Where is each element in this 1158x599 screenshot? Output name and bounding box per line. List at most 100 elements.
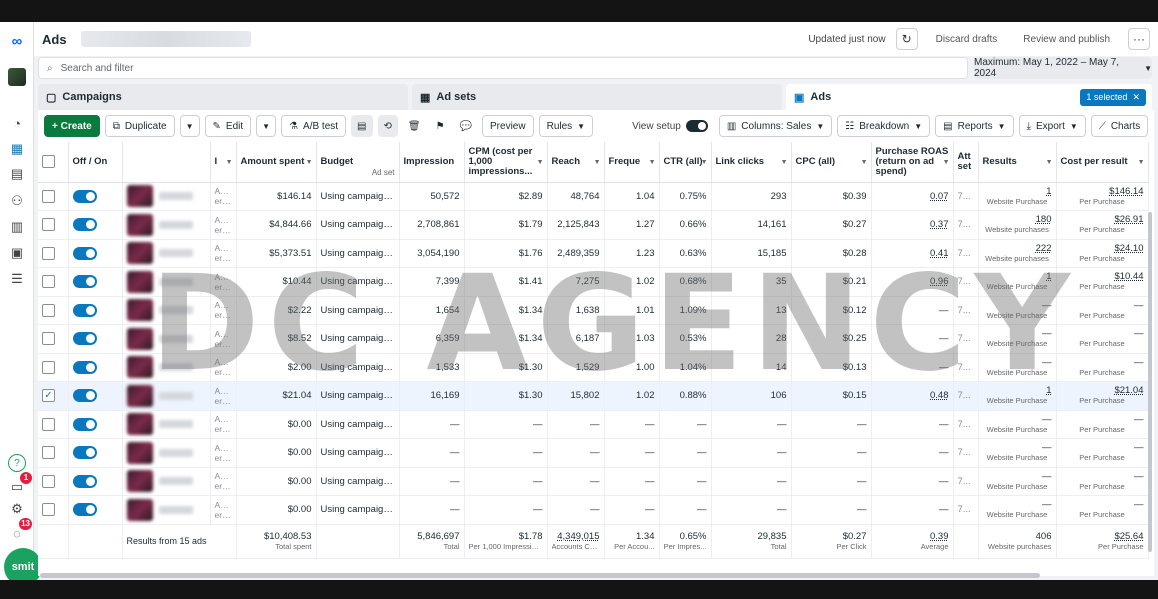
- table-row[interactable]: Acco error $146.14 Using campaign ... 50,57…: [38, 182, 1149, 211]
- table-row[interactable]: Acco error $0.00 Using campaign ... — — — — — — —…: [38, 438, 1149, 468]
- row-toggle[interactable]: [68, 324, 123, 354]
- comment-icon[interactable]: 💬: [454, 115, 478, 137]
- table-row[interactable]: Acco error $0.00 Using campaign ... — — — — — — —…: [38, 495, 1149, 525]
- header-attribution[interactable]: Att set: [953, 142, 979, 183]
- duplicate-button[interactable]: ⧉ Duplicate: [104, 115, 175, 137]
- ad-name-cell[interactable]: [122, 438, 211, 468]
- row-toggle[interactable]: [68, 267, 123, 297]
- table-row[interactable]: ✓ Acco error $21.04 Using campaign ... 16,16…: [38, 381, 1149, 411]
- row-checkbox[interactable]: [38, 182, 69, 211]
- ad-name-cell[interactable]: [122, 182, 211, 211]
- tab-campaigns[interactable]: ▢ Campaigns: [38, 84, 408, 110]
- ad-name-cell[interactable]: [122, 410, 211, 439]
- header-ctr[interactable]: CTR (all) ▼: [659, 142, 712, 183]
- header-amount-spent[interactable]: Amount spent ▼: [236, 142, 317, 183]
- smit-chat-bubble[interactable]: smit: [4, 548, 42, 580]
- date-range-picker[interactable]: Maximum: May 1, 2022 – May 7, 2024 ▼: [974, 57, 1152, 79]
- ab-test-button[interactable]: ⚗ A/B test: [281, 115, 347, 137]
- meta-logo-icon[interactable]: ∞: [8, 32, 26, 50]
- table-row[interactable]: Acco error $8.52 Using campaign ... 6,359 $1…: [38, 324, 1149, 354]
- ad-name-cell[interactable]: [122, 467, 211, 496]
- ad-name-cell[interactable]: [122, 296, 211, 325]
- table-row[interactable]: Acco error $4,844.66 Using campaign ... 2,7…: [38, 210, 1149, 240]
- row-toggle[interactable]: [68, 438, 123, 468]
- row-toggle[interactable]: [68, 353, 123, 382]
- edit-button[interactable]: ✎ Edit: [204, 115, 252, 137]
- account-selector[interactable]: [80, 31, 251, 47]
- table-row[interactable]: Acco error $0.00 Using campaign ... — — — — — — —…: [38, 410, 1149, 439]
- help-icon[interactable]: ?: [8, 454, 26, 472]
- row-checkbox[interactable]: [38, 495, 69, 525]
- table-row[interactable]: Acco error $0.00 Using campaign ... — — — — — — —…: [38, 467, 1149, 496]
- delete-icon[interactable]: 🗑: [402, 115, 426, 137]
- tag-icon[interactable]: ⚑: [430, 115, 450, 137]
- search-input[interactable]: ⌕ Search and filter: [38, 57, 968, 79]
- tab-adsets[interactable]: ▦ Ad sets: [412, 84, 782, 110]
- columns-button[interactable]: ▥ Columns: Sales ▼: [718, 115, 833, 137]
- row-toggle[interactable]: [68, 381, 123, 411]
- row-toggle[interactable]: [68, 210, 123, 240]
- tab-ads[interactable]: ▣ Ads 1 selected ✕: [786, 84, 1152, 110]
- row-checkbox[interactable]: [38, 353, 69, 382]
- discard-drafts-button[interactable]: Discard drafts: [928, 30, 1006, 49]
- refresh-icon[interactable]: ↻: [895, 28, 918, 50]
- table-row[interactable]: Acco error $2.00 Using campaign ... 1,533 $1…: [38, 353, 1149, 382]
- ad-name-cell[interactable]: [122, 353, 211, 382]
- row-toggle[interactable]: [68, 467, 123, 496]
- view-setup-toggle[interactable]: [685, 120, 708, 132]
- row-checkbox[interactable]: [38, 239, 69, 268]
- pages-icon[interactable]: ▤: [8, 165, 26, 183]
- menu-icon[interactable]: ☰: [8, 270, 26, 288]
- row-toggle[interactable]: [68, 410, 123, 439]
- notifications-icon[interactable]: ▭ 1: [8, 472, 32, 496]
- export-button[interactable]: ⤓ Export ▼: [1018, 115, 1086, 137]
- header-frequency[interactable]: Freque ▼: [604, 142, 660, 183]
- row-checkbox[interactable]: [38, 296, 69, 325]
- charts-button[interactable]: ⟋ Charts: [1090, 115, 1149, 137]
- rules-button[interactable]: Rules ▼: [538, 115, 594, 137]
- header-impressions[interactable]: Impression: [399, 142, 465, 183]
- row-checkbox[interactable]: [38, 410, 69, 439]
- row-checkbox[interactable]: [38, 438, 69, 468]
- undo-icon[interactable]: ⟲: [377, 115, 398, 137]
- header-roas[interactable]: Purchase ROAS (return on ad spend) ▼: [871, 142, 954, 183]
- more-options-icon[interactable]: ···: [1128, 28, 1150, 50]
- header-offon[interactable]: Off / On: [68, 142, 123, 183]
- row-toggle[interactable]: [68, 495, 123, 525]
- ad-name-cell[interactable]: [122, 267, 211, 297]
- table-row[interactable]: Acco error $2.22 Using campaign ... 1,654 $1…: [38, 296, 1149, 325]
- header-select-all[interactable]: [38, 142, 69, 183]
- table-row[interactable]: Acco error $5,373.51 Using campaign ... 3,0…: [38, 239, 1149, 268]
- selected-pill[interactable]: 1 selected ✕: [1080, 88, 1146, 106]
- header-delivery[interactable]: I ▼: [210, 142, 237, 183]
- ad-name-cell[interactable]: [122, 324, 211, 354]
- row-checkbox[interactable]: [38, 210, 69, 240]
- review-publish-button[interactable]: Review and publish: [1015, 30, 1118, 49]
- create-button[interactable]: + Create: [44, 115, 100, 137]
- table-row[interactable]: Acco error $10.44 Using campaign ... 7,399 $…: [38, 267, 1149, 297]
- row-checkbox[interactable]: ✓: [38, 381, 69, 411]
- horizontal-scrollbar[interactable]: [40, 573, 1040, 578]
- ad-name-cell[interactable]: [122, 495, 211, 525]
- vertical-scrollbar[interactable]: [1148, 212, 1152, 552]
- settings-gear-icon[interactable]: ⚙: [8, 500, 26, 518]
- row-checkbox[interactable]: [38, 267, 69, 297]
- ad-name-cell[interactable]: [122, 210, 211, 240]
- breakdown-button[interactable]: ☷ Breakdown ▼: [837, 115, 931, 137]
- library-icon[interactable]: ▥: [8, 218, 26, 236]
- header-cpc[interactable]: CPC (all) ▼: [791, 142, 872, 183]
- catalog-icon[interactable]: ▣: [8, 244, 26, 262]
- ad-name-cell[interactable]: [122, 381, 211, 411]
- duplicate-dropdown[interactable]: ▼: [179, 115, 200, 137]
- row-toggle[interactable]: [68, 296, 123, 325]
- header-cpm[interactable]: CPM (cost per 1,000 impressions... ▼: [464, 142, 548, 183]
- row-checkbox[interactable]: [38, 324, 69, 354]
- table-icon[interactable]: ▦: [8, 140, 26, 158]
- header-results[interactable]: Results ▼: [978, 142, 1057, 183]
- header-budget[interactable]: Budget Ad set: [316, 142, 400, 183]
- gauge-icon[interactable]: ◔: [8, 114, 26, 132]
- header-cost-per-result[interactable]: Cost per result ▼: [1056, 142, 1149, 183]
- account-avatar[interactable]: [8, 68, 26, 86]
- archive-icon[interactable]: ▤: [351, 115, 373, 137]
- audience-icon[interactable]: ⚇: [8, 192, 26, 210]
